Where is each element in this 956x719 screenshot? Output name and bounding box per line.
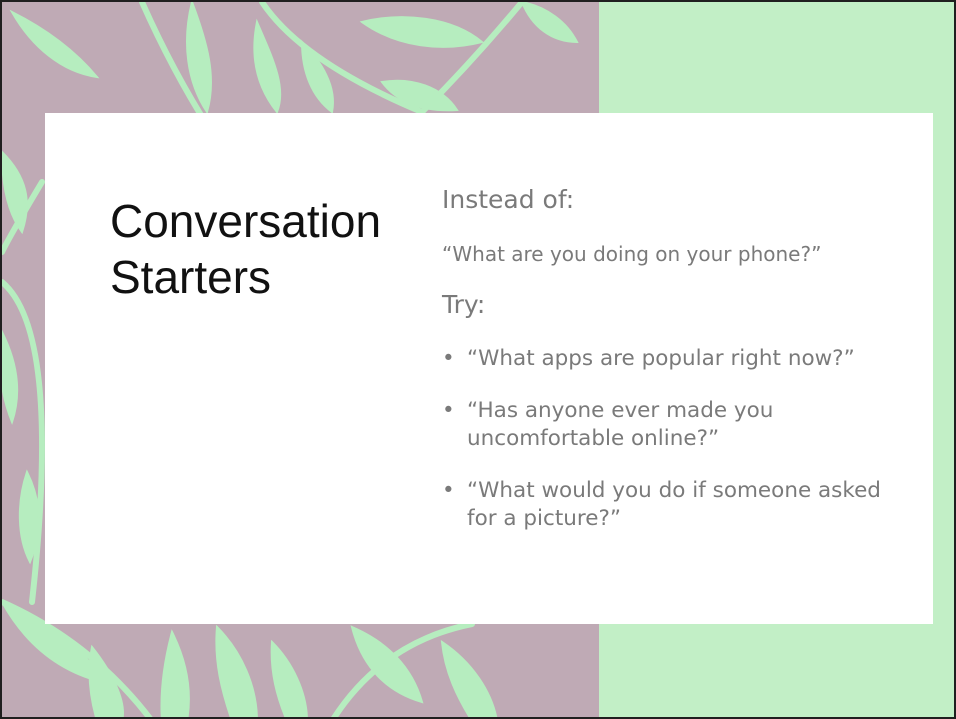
list-item-text: “What apps are popular right now?” [467, 346, 855, 371]
bullet-icon: • [442, 478, 455, 503]
bullet-icon: • [442, 398, 455, 423]
list-item-text: “What would you do if someone asked for … [467, 478, 881, 531]
list-item: • “What apps are popular right now?” [442, 345, 912, 373]
slide-title: Conversation Starters [110, 193, 410, 305]
try-label: Try: [442, 290, 486, 319]
try-questions-list: • “What apps are popular right now?” • “… [442, 345, 912, 533]
presentation-slide: Conversation Starters Instead of: “What … [0, 0, 956, 719]
slide-title-line2: Starters [110, 251, 272, 303]
bullet-icon: • [442, 346, 455, 371]
list-item: • “What would you do if someone asked fo… [442, 477, 912, 533]
slide-title-line1: Conversation [110, 195, 382, 247]
instead-of-question: “What are you doing on your phone?” [442, 242, 822, 266]
content-card: Conversation Starters Instead of: “What … [45, 113, 933, 624]
list-item: • “Has anyone ever made you uncomfortabl… [442, 397, 912, 453]
list-item-text: “Has anyone ever made you uncomfortable … [467, 398, 774, 451]
slide-body: Instead of: “What are you doing on your … [442, 185, 912, 557]
instead-of-label: Instead of: [442, 185, 575, 214]
